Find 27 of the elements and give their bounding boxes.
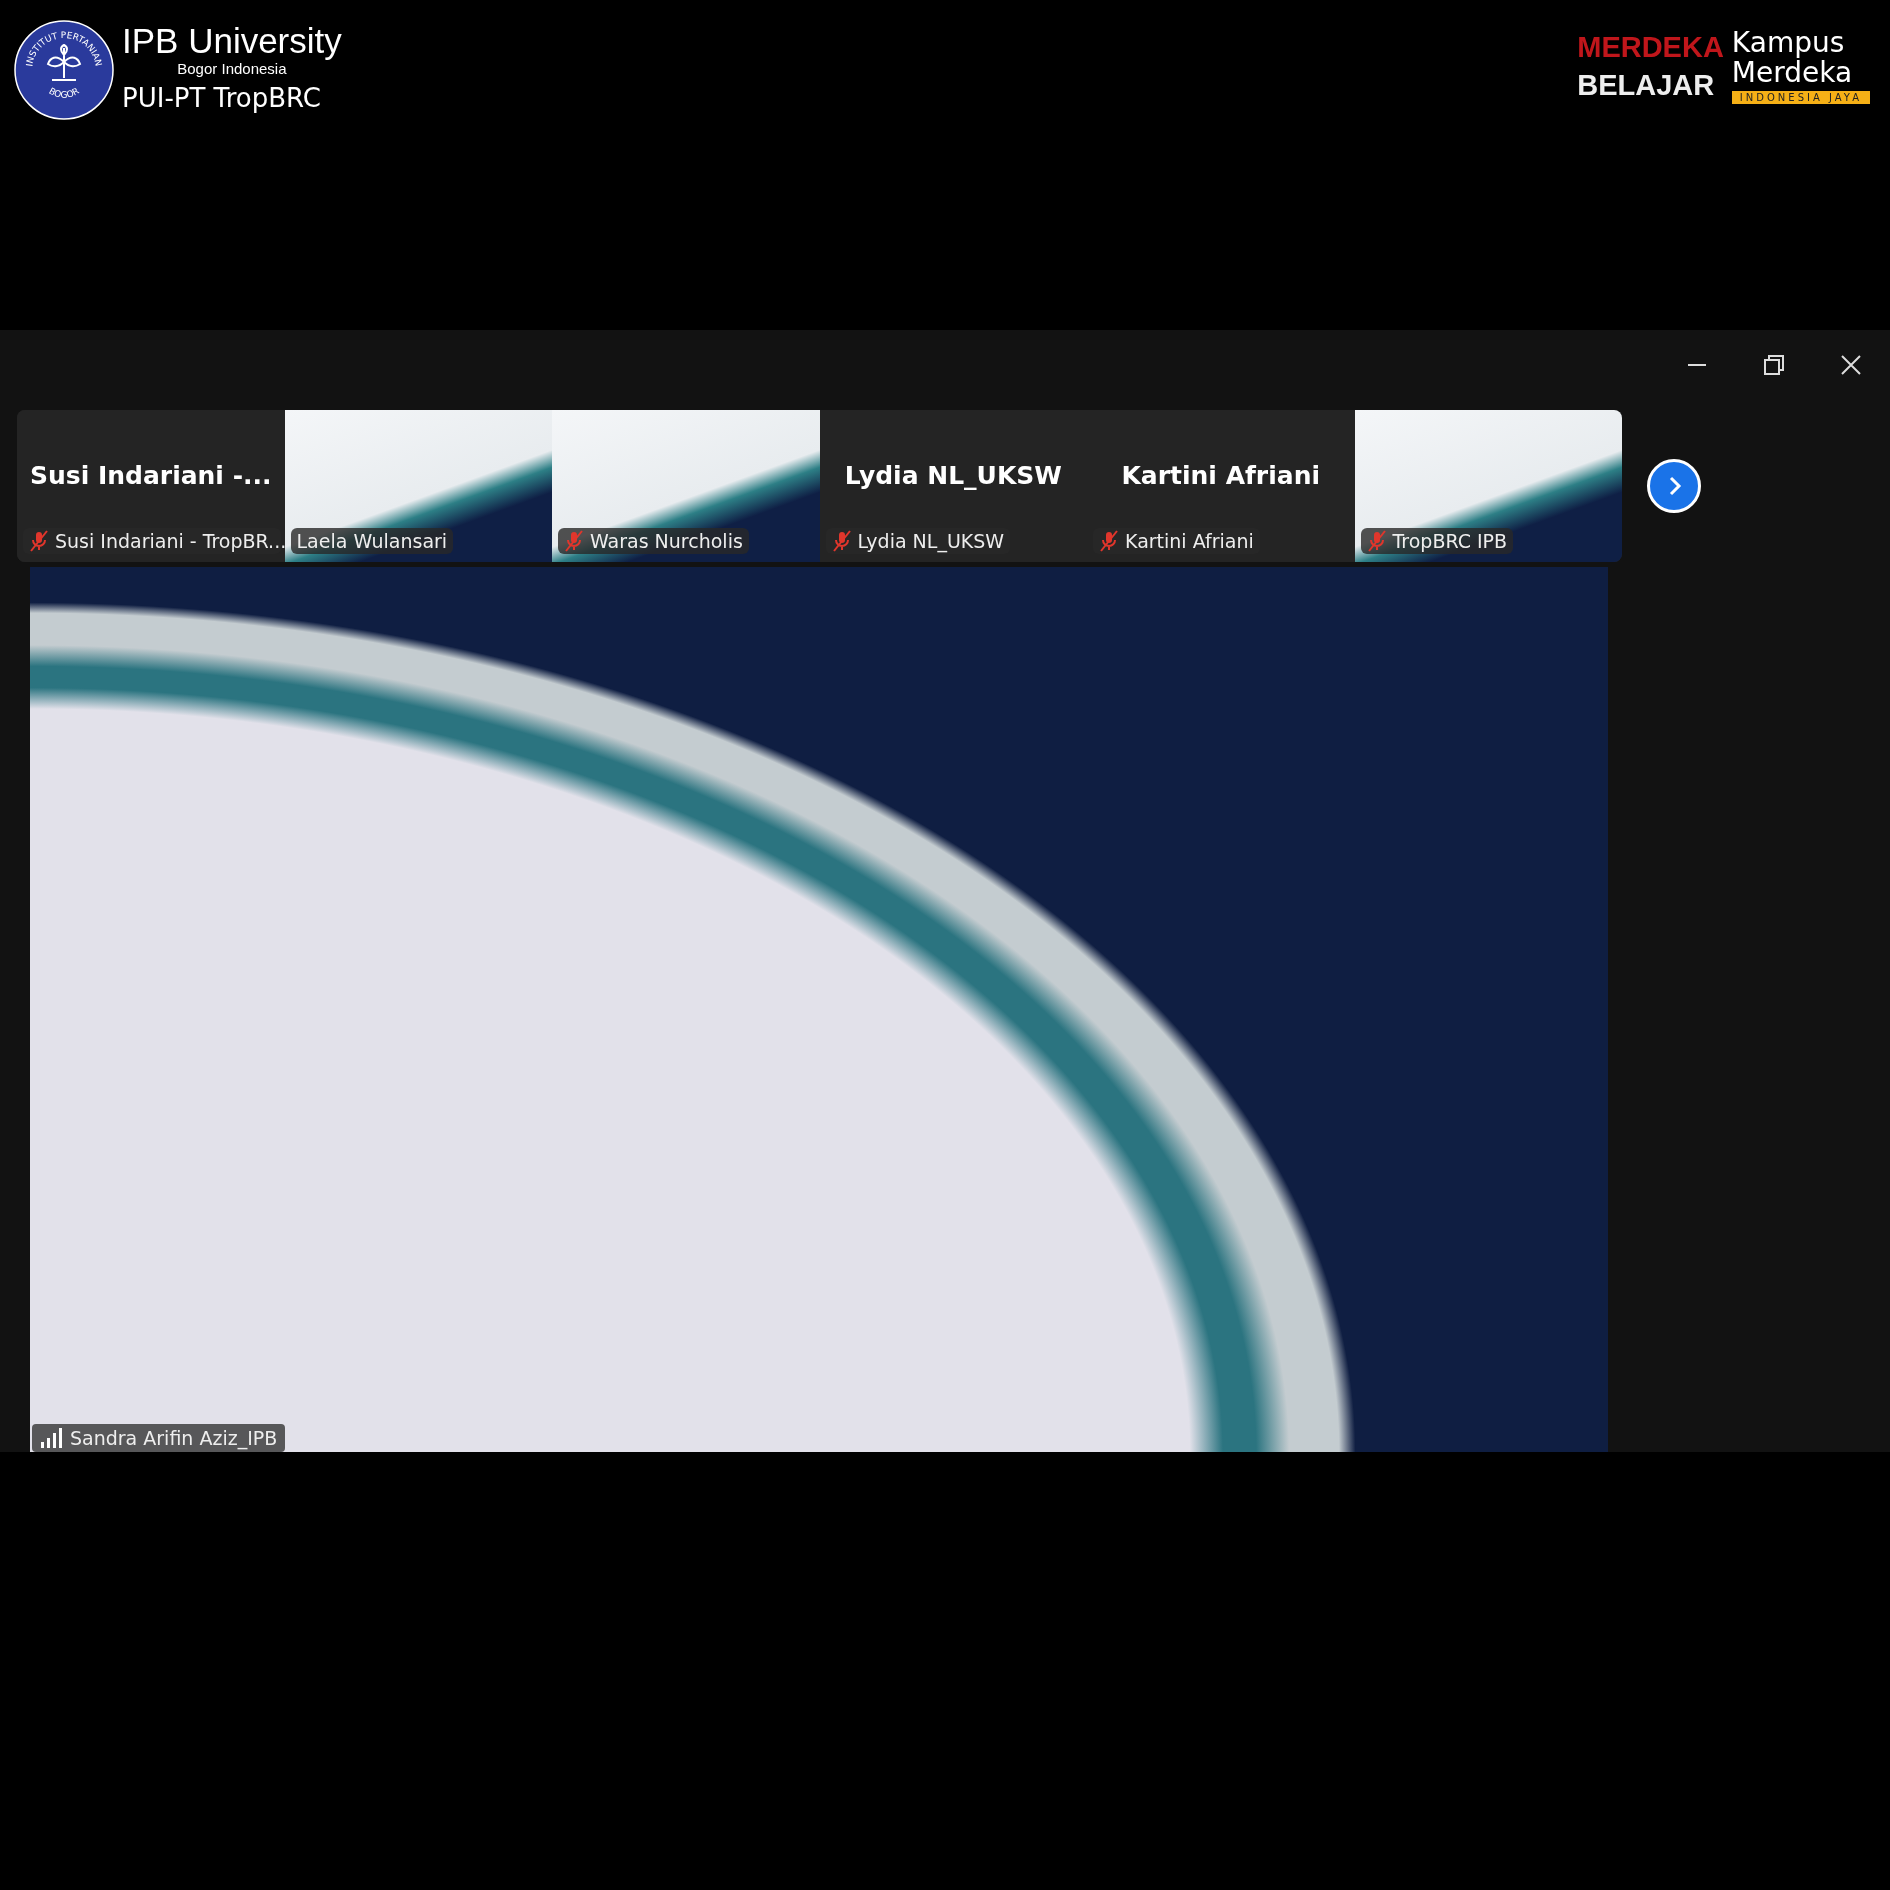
logo-text: Kampus <box>1731 28 1845 58</box>
muted-mic-icon <box>564 530 584 552</box>
participant-label: TropBRC IPB <box>1392 530 1508 552</box>
participant-name: Susi Indariani -... <box>30 460 272 490</box>
participant-label: Lydia NL_UKSW <box>857 530 1005 552</box>
participant-label: Susi Indariani - TropBR... <box>55 530 287 552</box>
close-icon[interactable] <box>1840 354 1862 376</box>
logo-ribbon: INDONESIA JAYA <box>1731 91 1870 104</box>
next-page-button[interactable] <box>1647 459 1701 513</box>
restore-icon[interactable] <box>1763 354 1785 376</box>
logo-title: IPB University <box>122 22 342 60</box>
participant-name: Lydia NL_UKSW <box>844 460 1062 490</box>
muted-mic-icon <box>1366 530 1387 552</box>
participant-label: Kartini Afriani <box>1125 530 1254 552</box>
participant-label: Laela Wulansari <box>296 530 448 552</box>
signal-icon <box>40 1428 62 1448</box>
logo-unit: PUI-PT TropBRC <box>122 82 322 115</box>
muted-mic-icon <box>1099 530 1119 552</box>
logo-text: BELAJAR <box>1577 68 1716 103</box>
muted-mic-icon <box>831 530 852 552</box>
participant-label: Waras Nurcholis <box>590 530 743 552</box>
muted-mic-icon <box>29 530 49 552</box>
participant-name: Kartini Afriani <box>1121 460 1320 490</box>
logo-subtitle: Bogor Indonesia <box>177 60 287 78</box>
logo-text: MERDEKA <box>1577 30 1724 65</box>
logo-text: Merdeka <box>1731 58 1853 88</box>
speaker-label: Sandra Arifin Aziz_IPB <box>70 1427 278 1449</box>
